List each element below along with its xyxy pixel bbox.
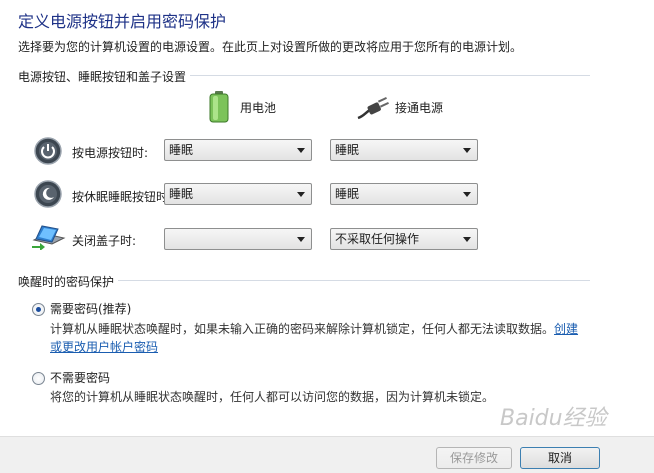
require-password-label[interactable]: 需要密码(推荐) — [50, 300, 131, 317]
require-password-radio[interactable] — [32, 303, 45, 316]
chevron-down-icon — [463, 148, 471, 153]
power-button-icon — [34, 137, 62, 165]
chevron-down-icon — [297, 237, 305, 242]
lid-close-battery-select[interactable] — [164, 228, 312, 250]
power-plug-icon — [356, 96, 390, 122]
lid-close-plugged-select[interactable]: 不采取任何操作 — [330, 228, 478, 250]
power-button-plugged-select[interactable]: 睡眠 — [330, 139, 478, 161]
chevron-down-icon — [297, 148, 305, 153]
select-value: 睡眠 — [335, 187, 360, 201]
row-label-sleep-button: 按休眠睡眠按钮时: — [72, 190, 173, 204]
select-value: 睡眠 — [335, 143, 360, 157]
column-battery: 用电池 — [240, 101, 277, 115]
row-label-power-button: 按电源按钮时: — [72, 146, 149, 160]
save-button[interactable]: 保存修改 — [436, 447, 512, 469]
chevron-down-icon — [463, 192, 471, 197]
intro-text: 选择要为您的计算机设置的电源设置。在此页上对设置所做的更改将应用于您所有的电源计… — [18, 40, 523, 54]
sleep-button-icon — [34, 180, 62, 208]
sleep-button-battery-select[interactable]: 睡眠 — [164, 183, 312, 205]
select-value: 睡眠 — [169, 187, 194, 201]
power-button-battery-select[interactable]: 睡眠 — [164, 139, 312, 161]
column-plugged: 接通电源 — [395, 101, 444, 115]
laptop-lid-icon — [30, 222, 66, 251]
no-password-radio[interactable] — [32, 372, 45, 385]
footer-bar: 保存修改 取消 — [0, 436, 654, 473]
watermark: Baidu经验 — [500, 406, 607, 431]
section-heading-buttons: 电源按钮、睡眠按钮和盖子设置 — [18, 68, 191, 85]
require-password-description: 计算机从睡眠状态唤醒时，如果未输入正确的密码来解除计算机锁定，任何人都无法读取数… — [50, 320, 580, 356]
require-password-desc-text: 计算机从睡眠状态唤醒时，如果未输入正确的密码来解除计算机锁定，任何人都无法读取数… — [50, 322, 555, 336]
sleep-button-plugged-select[interactable]: 睡眠 — [330, 183, 478, 205]
cancel-button[interactable]: 取消 — [520, 447, 600, 469]
chevron-down-icon — [297, 192, 305, 197]
chevron-down-icon — [463, 237, 471, 242]
section-heading-password: 唤醒时的密码保护 — [18, 273, 119, 290]
battery-icon — [205, 90, 233, 124]
select-value: 睡眠 — [169, 143, 194, 157]
no-password-label[interactable]: 不需要密码 — [50, 369, 110, 386]
page-title: 定义电源按钮并启用密码保护 — [18, 12, 227, 31]
no-password-description: 将您的计算机从睡眠状态唤醒时，任何人都可以访问您的数据，因为计算机未锁定。 — [50, 390, 495, 404]
select-value: 不采取任何操作 — [335, 232, 420, 246]
row-label-lid-close: 关闭盖子时: — [72, 234, 137, 248]
